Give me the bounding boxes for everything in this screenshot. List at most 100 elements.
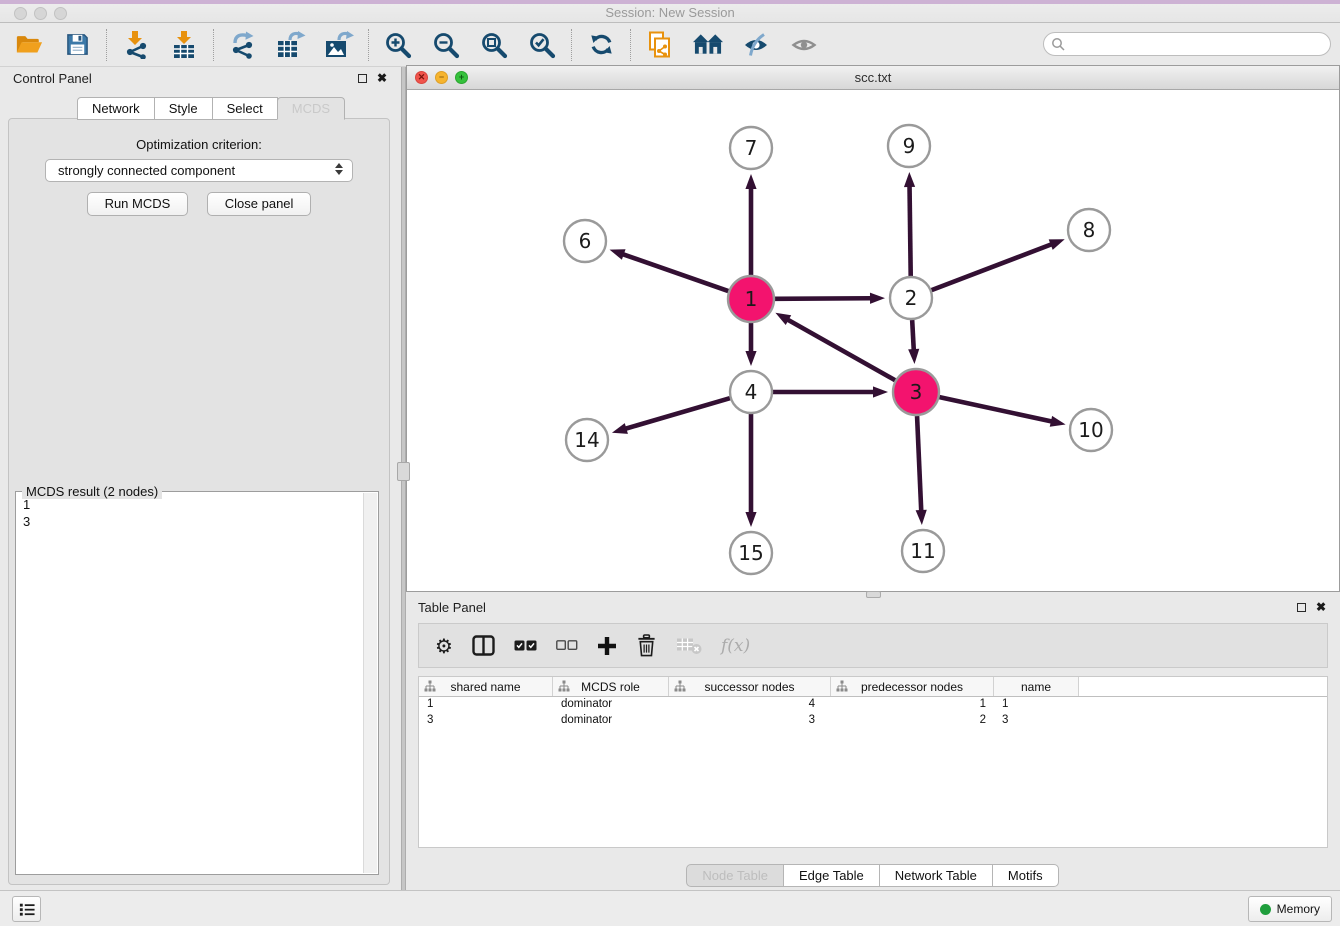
add-row-icon[interactable] bbox=[597, 636, 617, 656]
graph-node-9[interactable]: 9 bbox=[888, 125, 930, 167]
split-view-icon[interactable] bbox=[472, 635, 495, 656]
close-table-panel-icon[interactable]: ✖ bbox=[1316, 601, 1326, 613]
zoom-out-icon[interactable] bbox=[431, 30, 461, 60]
deselect-all-columns-icon[interactable] bbox=[556, 640, 578, 651]
graph-node-11[interactable]: 11 bbox=[902, 530, 944, 572]
graph-edge-2-8[interactable] bbox=[932, 244, 1052, 290]
graph-edge-3-1[interactable] bbox=[788, 320, 896, 381]
network-canvas[interactable]: 7 9 6 8 1 2 4 3 14 10 15 11 bbox=[407, 90, 1339, 591]
zoom-selected-icon[interactable] bbox=[527, 30, 557, 60]
table-row[interactable]: 1dominator411 bbox=[419, 697, 1327, 713]
table-row[interactable]: 3dominator323 bbox=[419, 713, 1327, 729]
table-cell-predecessor-nodes[interactable]: 2 bbox=[831, 713, 994, 729]
graph-edge-2-3[interactable] bbox=[912, 320, 914, 350]
tab-network[interactable]: Network bbox=[77, 97, 155, 120]
zoom-in-icon[interactable] bbox=[383, 30, 413, 60]
zoom-fit-icon[interactable] bbox=[479, 30, 509, 60]
node-table-body: 1dominator4113dominator323 bbox=[419, 697, 1327, 729]
table-cell-mcds-role[interactable]: dominator bbox=[553, 697, 669, 713]
horizontal-splitter-grip[interactable] bbox=[866, 591, 881, 598]
import-network-icon[interactable] bbox=[121, 30, 151, 60]
session-title: Session: New Session bbox=[0, 5, 1340, 20]
graph-node-4[interactable]: 4 bbox=[730, 371, 772, 413]
hide-panel-icon[interactable] bbox=[741, 30, 771, 60]
svg-text:10: 10 bbox=[1078, 418, 1103, 442]
graph-node-6[interactable]: 6 bbox=[564, 220, 606, 262]
graph-node-10[interactable]: 10 bbox=[1070, 409, 1112, 451]
control-panel-tabs: NetworkStyleSelectMCDS bbox=[78, 97, 345, 120]
tab-mcds[interactable]: MCDS bbox=[277, 97, 345, 120]
vertical-splitter-grip[interactable] bbox=[397, 462, 410, 481]
tab-style[interactable]: Style bbox=[154, 97, 213, 120]
svg-text:8: 8 bbox=[1083, 218, 1096, 242]
graph-edge-2-9[interactable] bbox=[910, 186, 911, 276]
memory-button[interactable]: Memory bbox=[1248, 896, 1332, 922]
optimization-criterion-select[interactable]: strongly connected component bbox=[45, 159, 353, 182]
search-input[interactable] bbox=[1065, 36, 1319, 52]
graph-node-7[interactable]: 7 bbox=[730, 127, 772, 169]
export-table-icon[interactable] bbox=[276, 30, 306, 60]
function-builder-icon: f(x) bbox=[721, 636, 750, 656]
table-cell-predecessor-nodes[interactable]: 1 bbox=[831, 697, 994, 713]
save-session-icon[interactable] bbox=[62, 30, 92, 60]
graph-node-15[interactable]: 15 bbox=[730, 532, 772, 574]
import-table-icon[interactable] bbox=[169, 30, 199, 60]
column-header-predecessor-nodes[interactable]: predecessor nodes bbox=[831, 677, 994, 696]
mcds-panel: Optimization criterion: strongly connect… bbox=[8, 118, 390, 885]
graph-node-8[interactable]: 8 bbox=[1068, 209, 1110, 251]
arrowhead-icon bbox=[1050, 416, 1066, 427]
graph-node-3[interactable]: 3 bbox=[893, 369, 939, 415]
search-field[interactable] bbox=[1043, 32, 1331, 56]
task-history-button[interactable] bbox=[12, 896, 41, 922]
open-network-file-icon[interactable] bbox=[645, 30, 675, 60]
table-cell-shared-name[interactable]: 3 bbox=[419, 713, 553, 729]
tab-select[interactable]: Select bbox=[212, 97, 278, 120]
graph-node-1[interactable]: 1 bbox=[728, 276, 774, 322]
table-cell-successor-nodes[interactable]: 3 bbox=[669, 713, 831, 729]
svg-text:15: 15 bbox=[738, 541, 763, 565]
table-cell-successor-nodes[interactable]: 4 bbox=[669, 697, 831, 713]
show-panel-icon[interactable] bbox=[789, 30, 819, 60]
home-icon[interactable] bbox=[693, 30, 723, 60]
table-tab-motifs[interactable]: Motifs bbox=[992, 864, 1059, 887]
table-cell-mcds-role[interactable]: dominator bbox=[553, 713, 669, 729]
delete-row-icon[interactable] bbox=[636, 634, 657, 657]
main-toolbar bbox=[0, 23, 1340, 67]
float-panel-icon[interactable] bbox=[358, 74, 367, 83]
graph-edge-1-2[interactable] bbox=[775, 298, 871, 299]
settings-icon[interactable]: ⚙ bbox=[435, 636, 453, 656]
network-window-titlebar[interactable]: ✕ − + scc.txt bbox=[407, 66, 1339, 90]
graph-node-14[interactable]: 14 bbox=[566, 419, 608, 461]
export-image-icon[interactable] bbox=[324, 30, 354, 60]
column-tree-icon bbox=[836, 680, 848, 692]
table-tab-network-table[interactable]: Network Table bbox=[879, 864, 993, 887]
export-network-icon[interactable] bbox=[228, 30, 258, 60]
open-session-icon[interactable] bbox=[14, 30, 44, 60]
table-cell-name[interactable]: 3 bbox=[994, 713, 1079, 729]
float-table-panel-icon[interactable] bbox=[1297, 603, 1306, 612]
close-panel-button[interactable]: Close panel bbox=[207, 192, 312, 216]
arrowhead-icon bbox=[775, 313, 791, 325]
table-cell-name[interactable]: 1 bbox=[994, 697, 1079, 713]
table-cell-shared-name[interactable]: 1 bbox=[419, 697, 553, 713]
graph-edge-4-14[interactable] bbox=[625, 398, 729, 429]
table-panel: Table Panel ✖ ⚙ bbox=[406, 596, 1340, 890]
column-header-mcds-role[interactable]: MCDS role bbox=[553, 677, 669, 696]
network-view-window: ✕ − + scc.txt 7 9 6 8 1 2 4 3 14 10 15 11 bbox=[406, 65, 1340, 592]
table-tab-node-table[interactable]: Node Table bbox=[686, 864, 784, 887]
graph-node-2[interactable]: 2 bbox=[890, 277, 932, 319]
refresh-icon[interactable] bbox=[586, 30, 616, 60]
table-tab-edge-table[interactable]: Edge Table bbox=[783, 864, 880, 887]
column-header-name[interactable]: name bbox=[994, 677, 1079, 696]
run-mcds-button[interactable]: Run MCDS bbox=[87, 192, 189, 216]
graph-edge-3-10[interactable] bbox=[939, 397, 1051, 421]
graph-edge-3-11[interactable] bbox=[917, 416, 921, 511]
column-tree-icon bbox=[674, 680, 686, 692]
result-scrollbar[interactable] bbox=[363, 493, 377, 873]
column-header-successor-nodes[interactable]: successor nodes bbox=[669, 677, 831, 696]
close-panel-icon[interactable]: ✖ bbox=[377, 72, 387, 84]
select-all-columns-icon[interactable] bbox=[514, 640, 537, 652]
graph-edge-1-6[interactable] bbox=[623, 254, 729, 291]
column-header-shared-name[interactable]: shared name bbox=[419, 677, 553, 696]
statusbar: Memory bbox=[0, 890, 1340, 926]
